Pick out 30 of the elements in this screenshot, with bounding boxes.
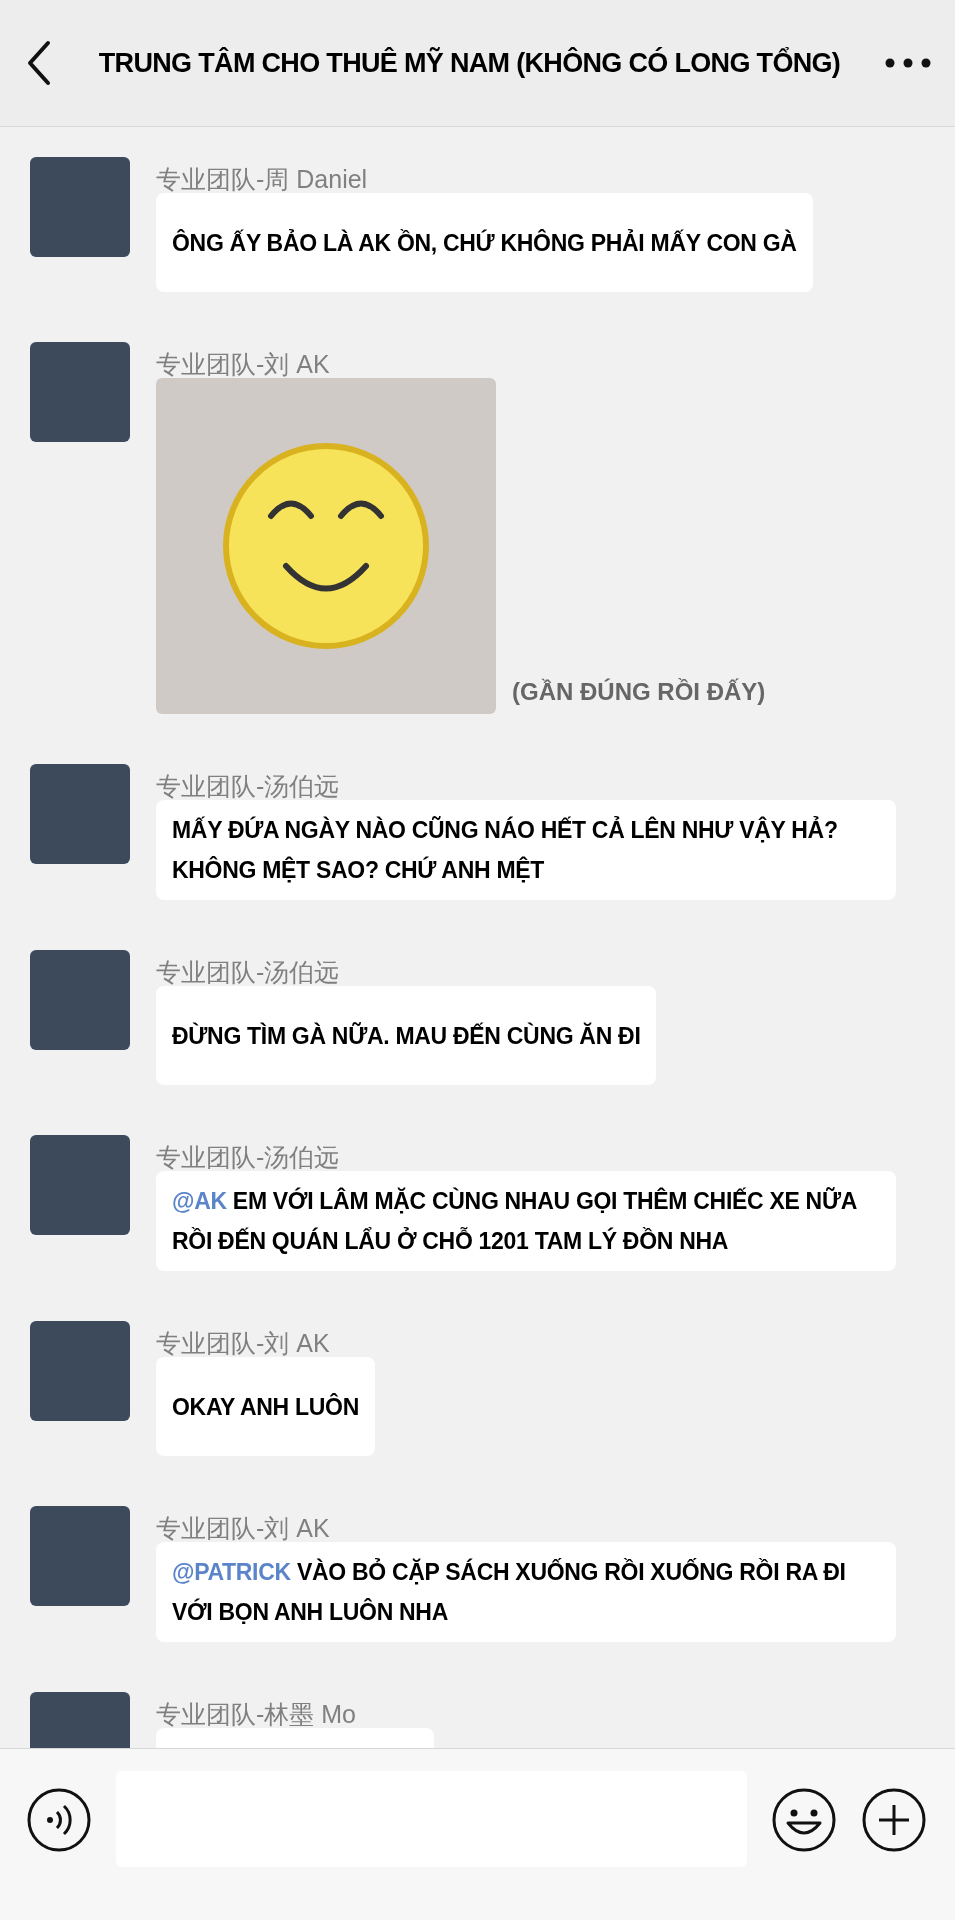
avatar-photo-placeholder[interactable] [30, 342, 130, 442]
sender-name: 专业团队-刘 AK [156, 1514, 330, 1542]
message-bubble: @AK EM VỚI LÂM MẶC CÙNG NHAU GỌI THÊM CHIẾC XE NỮA RỒI ĐẾN QUÁN LẨU Ở CHỖ 1201 TAM LÝ ĐỒN NHA [156, 1171, 896, 1271]
sender-name: 专业团队-汤伯远 [156, 772, 340, 800]
voice-icon[interactable] [26, 1787, 92, 1853]
emoji-icon[interactable] [771, 1787, 837, 1853]
sender-name: 专业团队-刘 AK [156, 350, 330, 378]
message-bubble: ĐỪNG TÌM GÀ NỮA. MAU ĐẾN CÙNG ĂN ĐI [156, 986, 657, 1085]
sticker-image[interactable] [156, 378, 496, 714]
avatar-photo-placeholder[interactable] [30, 764, 130, 864]
sender-name: 专业团队-汤伯远 [156, 958, 340, 986]
avatar-photo-placeholder[interactable] [30, 950, 130, 1050]
avatar-photo-placeholder[interactable] [30, 1321, 130, 1421]
sender-name: 专业团队-刘 AK [156, 1329, 330, 1357]
more-icon[interactable] [885, 58, 931, 68]
sender-name: 专业团队-汤伯远 [156, 1143, 340, 1171]
caption-text: (GẦN ĐÚNG RỒI ĐẤY) [512, 677, 766, 707]
mention-link[interactable]: @PATRICK [172, 1559, 291, 1585]
message-bubble: ÔNG ẤY BẢO LÀ AK ỒN, CHỨ KHÔNG PHẢI MẤY CON GÀ [156, 193, 813, 292]
sender-name: 专业团队-林墨 Mo [156, 1700, 356, 1728]
sender-name: 专业团队-周 Daniel [156, 165, 368, 193]
message-bubble: MẤY ĐỨA NGÀY NÀO CŨNG NÁO HẾT CẢ LÊN NHƯ VẬY HẢ? KHÔNG MỆT SAO? CHỨ ANH MỆT [156, 800, 896, 900]
mention-link[interactable]: @AK [172, 1188, 227, 1214]
message-bubble: @PATRICK VÀO BỎ CẶP SÁCH XUỐNG RỒI XUỐNG RỒI RA ĐI VỚI BỌN ANH LUÔN NHA [156, 1542, 896, 1642]
add-icon[interactable] [861, 1787, 927, 1853]
avatar-photo-placeholder[interactable] [30, 1506, 130, 1606]
avatar-photo-placeholder[interactable] [30, 157, 130, 257]
chat-title: TRUNG TÂM CHO THUÊ MỸ NAM (KHÔNG CÓ LONG TỔNG) [98, 46, 841, 80]
message-bubble: OKAY ANH LUÔN [156, 1357, 375, 1456]
avatar-photo-placeholder[interactable] [30, 1135, 130, 1235]
